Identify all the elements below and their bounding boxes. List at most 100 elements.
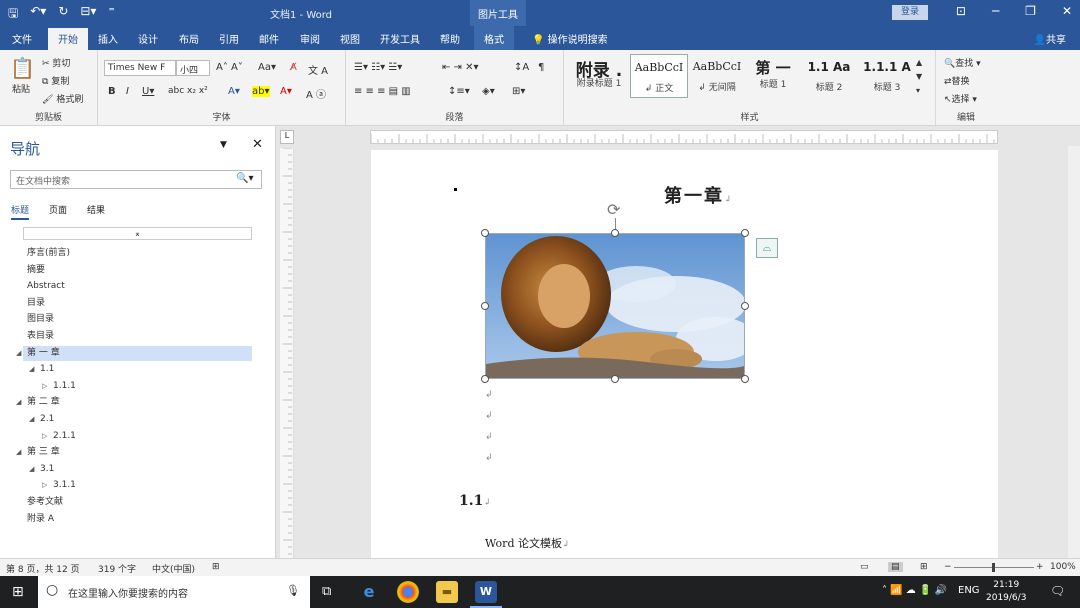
collapsed-triangle-icon[interactable]: ▷ — [42, 379, 47, 394]
word-count[interactable]: 319 个字 — [98, 562, 136, 575]
change-case-icon[interactable]: Aa▾ — [258, 62, 276, 73]
collapsed-triangle-icon[interactable]: ▷ — [42, 478, 47, 493]
tab-layout[interactable]: 布局 — [179, 31, 199, 46]
windows-start-icon[interactable]: ⊞ — [12, 584, 24, 600]
tab-help[interactable]: 帮助 — [440, 31, 460, 46]
highlight-icon[interactable]: ab▾ — [252, 86, 270, 97]
nav-heading-item[interactable]: ◢ 3.1 — [29, 462, 54, 477]
style-heading-3[interactable]: 1.1.1 A 标题 3 — [858, 54, 916, 98]
expanded-triangle-icon[interactable]: ◢ — [16, 395, 21, 410]
style-no-spacing[interactable]: AaBbCcI ↲ 无间隔 — [688, 54, 746, 98]
tab-review[interactable]: 审阅 — [300, 31, 320, 46]
nav-heading-item[interactable]: ▷ 1.1.1 — [42, 379, 76, 394]
zoom-out-icon[interactable]: − — [944, 562, 952, 572]
nav-tab-headings[interactable]: 标题 — [11, 203, 30, 220]
bullets-icon[interactable]: ☰▾ ☷▾ ☱▾ — [354, 62, 402, 73]
tab-developer[interactable]: 开发工具 — [380, 31, 420, 46]
search-icon[interactable]: 🔍▾ — [236, 173, 253, 184]
lion-image[interactable] — [485, 233, 756, 379]
tray-icons[interactable]: ˄ 📶 ☁ 🔋 🔊 — [882, 585, 947, 596]
nav-heading-item[interactable]: 附录 A — [27, 512, 54, 527]
nav-tab-results[interactable]: 结果 — [87, 203, 105, 220]
vertical-ruler[interactable] — [280, 147, 294, 558]
style-normal[interactable]: AaBbCcI ↲ 正文 — [630, 54, 688, 98]
ribbon-display-icon[interactable]: ⊡ — [956, 4, 966, 18]
expanded-triangle-icon[interactable]: ◢ — [29, 362, 34, 377]
system-clock[interactable]: 21:19 2019/6/3 — [986, 579, 1026, 605]
nav-heading-item[interactable]: 目录 — [27, 296, 45, 311]
login-button[interactable]: 登录 — [892, 5, 928, 20]
nav-heading-item[interactable]: ◢ 第 一 章 — [16, 345, 252, 361]
expanded-triangle-icon[interactable]: ◢ — [29, 462, 34, 477]
nav-tab-pages[interactable]: 页面 — [49, 203, 67, 220]
redo-icon[interactable]: ↻ — [58, 4, 68, 25]
nav-heading-item[interactable]: ▷ 2.1.1 — [42, 429, 76, 444]
ruler-tab-selector[interactable]: L — [280, 130, 294, 144]
nav-heading-item[interactable]: 图目录 — [27, 312, 54, 327]
style-appendix-heading[interactable]: 附录 . 附录标题 1 — [570, 54, 628, 98]
rotate-handle-icon[interactable]: ⟳ — [607, 200, 620, 219]
shading-icon[interactable]: ◈▾ — [482, 86, 495, 97]
copy-button[interactable]: ⧉ 复制 — [42, 74, 69, 87]
edge-icon[interactable]: e — [358, 581, 380, 603]
nav-heading-item[interactable]: 参考文献 — [27, 495, 63, 510]
share-button[interactable]: 👤共享 — [1034, 31, 1066, 46]
nav-heading-item[interactable]: 表目录 — [27, 329, 54, 344]
italic-icon[interactable]: I — [126, 86, 129, 97]
resize-handle-bottom-right[interactable] — [741, 375, 749, 383]
expanded-triangle-icon[interactable]: ◢ — [16, 445, 21, 460]
file-explorer-icon[interactable]: ▬ — [436, 581, 458, 603]
vertical-scrollbar[interactable] — [1068, 146, 1080, 558]
macro-record-icon[interactable]: ⊞ — [212, 562, 220, 572]
resize-handle-bottom[interactable] — [611, 375, 619, 383]
paste-icon[interactable]: 📋 — [10, 56, 35, 80]
tab-design[interactable]: 设计 — [138, 31, 158, 46]
tab-mailings[interactable]: 邮件 — [259, 31, 279, 46]
document-page[interactable]: 第一章↲ ⟳ ⌓ ↲ ↲ ↲ ↲ 1.1↲ Word 论文模板↲ — [371, 150, 998, 558]
section-heading[interactable]: 1.1↲ — [459, 493, 491, 509]
nav-heading-item[interactable]: Abstract — [27, 279, 65, 294]
customize-qat-icon[interactable]: ⁼ — [108, 4, 114, 25]
tab-view[interactable]: 视图 — [340, 31, 360, 46]
horizontal-ruler[interactable] — [370, 130, 998, 144]
font-color-icon[interactable]: A▾ — [280, 86, 292, 97]
styles-scroll-icon[interactable]: ▲ ▼ ▾ — [916, 56, 922, 98]
grow-font-icon[interactable]: A˄ A˅ — [216, 62, 243, 73]
layout-options-icon[interactable]: ⌓ — [756, 238, 778, 258]
nav-close-icon[interactable]: ✕ — [252, 137, 263, 152]
resize-handle-left[interactable] — [481, 302, 489, 310]
bold-icon[interactable]: B — [108, 86, 116, 97]
resize-handle-top[interactable] — [611, 229, 619, 237]
close-icon[interactable]: ✕ — [1062, 4, 1072, 18]
table-icon[interactable]: ⊟▾ — [80, 4, 96, 25]
nav-heading-item[interactable]: ◢ 第 二 章 — [16, 395, 60, 410]
nav-heading-item[interactable]: 序言(前言) — [27, 246, 70, 261]
strikethrough-icon[interactable]: abc x₂ x² — [168, 86, 208, 96]
replace-button[interactable]: ⇄替换 — [944, 74, 970, 87]
nav-search-input[interactable]: 在文档中搜索 — [10, 170, 262, 189]
read-mode-icon[interactable]: ▭ — [860, 562, 869, 572]
nav-heading-item[interactable]: ◢ 第 三 章 — [16, 445, 60, 460]
font-name-select[interactable]: Times New F — [104, 60, 176, 76]
paste-button[interactable]: 粘贴 — [12, 82, 30, 95]
show-marks-icon[interactable]: ¶ — [538, 62, 544, 73]
text-effects-icon[interactable]: A▾ — [228, 86, 240, 97]
input-language[interactable]: ENG — [958, 585, 980, 596]
web-layout-icon[interactable]: ⊞ — [920, 562, 928, 572]
language-status[interactable]: 中文(中国) — [152, 562, 195, 575]
undo-icon[interactable]: ↶▾ — [30, 4, 46, 25]
resize-handle-bottom-left[interactable] — [481, 375, 489, 383]
style-heading-1[interactable]: 第 一标题 1 — [744, 54, 802, 98]
cut-button[interactable]: ✂ 剪切 — [42, 56, 70, 69]
restore-icon[interactable]: ❐ — [1025, 4, 1036, 18]
resize-handle-top-right[interactable] — [741, 229, 749, 237]
find-button[interactable]: 🔍查找 ▾ — [944, 56, 981, 69]
nav-collapse-button[interactable]: ⌅ — [23, 227, 252, 240]
tab-insert[interactable]: 插入 — [98, 31, 118, 46]
tab-file[interactable]: 文件 — [12, 31, 32, 46]
minimize-icon[interactable]: ─ — [992, 4, 999, 18]
nav-heading-item[interactable]: ◢ 2.1 — [29, 412, 54, 427]
nav-heading-item[interactable]: ▷ 3.1.1 — [42, 478, 76, 493]
phonetic-icon[interactable]: 文 A — [308, 62, 328, 77]
microphone-icon[interactable]: 🎙 — [286, 584, 300, 597]
